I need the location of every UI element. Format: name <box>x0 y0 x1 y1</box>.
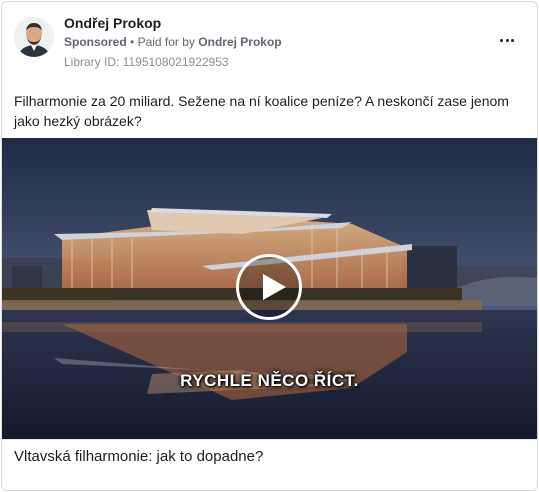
video-caption: RYCHLE NĚCO ŘÍCT. <box>180 371 359 390</box>
paid-for-prefix: Paid for by <box>137 35 195 49</box>
separator-dot: • <box>130 35 135 49</box>
ad-card: Ondřej Prokop Sponsored • Paid for by On… <box>1 1 538 491</box>
video-player[interactable]: RYCHLE NĚCO ŘÍCT. <box>2 138 537 439</box>
link-title[interactable]: Vltavská filharmonie: jak to dopadne? <box>14 448 263 465</box>
author-name[interactable]: Ondřej Prokop <box>64 15 161 31</box>
sponsored-label: Sponsored <box>64 35 127 49</box>
play-icon[interactable] <box>236 254 302 320</box>
sponsored-info: Sponsored • Paid for by Ondrej Prokop <box>64 35 282 49</box>
more-dots-icon <box>499 38 515 42</box>
divider <box>2 439 537 440</box>
ad-body-text: Filharmonie za 20 miliard. Sežene na ní … <box>14 93 509 129</box>
paid-for-name[interactable]: Ondrej Prokop <box>198 35 281 49</box>
more-options-button[interactable] <box>494 30 520 50</box>
avatar[interactable] <box>14 17 54 57</box>
library-id: Library ID: 1195108021922953 <box>64 55 229 69</box>
